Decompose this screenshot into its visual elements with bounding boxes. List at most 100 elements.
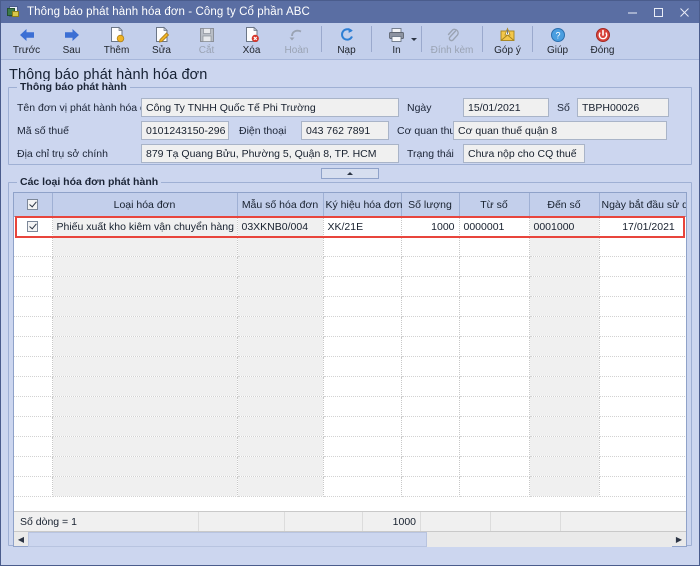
toolbar-button-dinh-kem[interactable]: Đính kèm: [424, 23, 480, 60]
empty-cell: [323, 276, 402, 297]
table-row-empty[interactable]: [14, 336, 686, 357]
empty-cell: [52, 456, 238, 477]
empty-cell: [529, 416, 600, 437]
page-edit-icon: [154, 25, 170, 44]
empty-cell: [599, 316, 686, 337]
table-row-empty[interactable]: [14, 276, 686, 297]
empty-cell: [459, 336, 530, 357]
row-checkbox[interactable]: [27, 221, 39, 233]
empty-cell: [14, 376, 53, 397]
empty-cell: [599, 436, 686, 457]
empty-cell: [323, 456, 402, 477]
scrollbar-track[interactable]: [28, 531, 672, 547]
toolbar-label: Xóa: [242, 45, 261, 56]
empty-cell: [599, 296, 686, 317]
scrollbar-thumb[interactable]: [28, 531, 428, 547]
grid-header-den-so[interactable]: Đến số: [529, 193, 600, 217]
table-row-empty[interactable]: [14, 236, 686, 257]
grid-header-ky-hieu[interactable]: Ký hiệu hóa đơn: [323, 193, 402, 217]
toolbar-button-xoa[interactable]: Xóa: [229, 23, 274, 60]
row-checkbox-cell[interactable]: [14, 216, 53, 237]
table-row-empty[interactable]: [14, 476, 686, 497]
empty-cell: [323, 316, 402, 337]
empty-cell: [459, 416, 530, 437]
status-input[interactable]: Chưa nộp cho CQ thuế: [463, 144, 585, 163]
empty-cell: [529, 376, 600, 397]
empty-cell: [52, 276, 238, 297]
empty-cell: [323, 256, 402, 277]
status-label: Trạng thái: [407, 147, 454, 160]
grid-header-ngay-bat-dau[interactable]: Ngày bắt đầu sử dụng: [599, 193, 686, 217]
empty-cell: [459, 376, 530, 397]
phone-input[interactable]: 043 762 7891: [301, 121, 389, 140]
chevron-down-icon[interactable]: [411, 38, 417, 41]
table-row-empty[interactable]: [14, 356, 686, 377]
power-close-icon: [595, 25, 611, 44]
toolbar-button-sau[interactable]: Sau: [49, 23, 94, 60]
toolbar-button-hoan[interactable]: Hoàn: [274, 23, 319, 60]
horizontal-scrollbar[interactable]: ◀ ▶: [14, 531, 686, 547]
select-all-checkbox[interactable]: [27, 199, 39, 211]
address-input[interactable]: 879 Tạ Quang Bửu, Phường 5, Quận 8, TP. …: [141, 144, 399, 163]
summary-row-count: Số dòng = 1: [14, 512, 199, 531]
paperclip-icon: [445, 25, 460, 44]
grid-header-so-luong[interactable]: Số lượng: [401, 193, 460, 217]
scroll-left-arrow[interactable]: ◀: [14, 532, 28, 547]
empty-cell: [529, 336, 600, 357]
grid-scroll-area[interactable]: Loại hóa đơn Mẫu số hóa đơn Ký hiệu hóa …: [14, 193, 686, 511]
chevron-up-icon: [347, 171, 353, 175]
table-row-empty[interactable]: [14, 256, 686, 277]
empty-cell: [401, 276, 460, 297]
date-input[interactable]: 15/01/2021: [463, 98, 549, 117]
table-row-empty[interactable]: [14, 456, 686, 477]
table-row[interactable]: Phiếu xuất kho kiêm vận chuyển hàng hóa …: [14, 216, 686, 237]
empty-cell: [401, 416, 460, 437]
empty-cell: [14, 476, 53, 497]
toolbar-button-them[interactable]: Thêm: [94, 23, 139, 60]
grid-header-mau-so[interactable]: Mẫu số hóa đơn: [237, 193, 324, 217]
empty-cell: [401, 456, 460, 477]
toolbar-button-giup[interactable]: ? Giúp: [535, 23, 580, 60]
number-input[interactable]: TBPH00026: [577, 98, 669, 117]
toolbar-button-nap[interactable]: Nạp: [324, 23, 369, 60]
empty-cell: [401, 476, 460, 497]
empty-cell: [323, 336, 402, 357]
toolbar-button-in[interactable]: In: [374, 23, 419, 60]
tax-office-input[interactable]: Cơ quan thuế quận 8: [453, 121, 667, 140]
grid-header-tu-so[interactable]: Từ số: [459, 193, 530, 217]
toolbar-button-sua[interactable]: Sửa: [139, 23, 184, 60]
table-row-empty[interactable]: [14, 396, 686, 417]
empty-cell: [52, 256, 238, 277]
table-row-empty[interactable]: [14, 416, 686, 437]
table-row-empty[interactable]: [14, 436, 686, 457]
toolbar-label: Sau: [62, 45, 81, 56]
toolbar-label: In: [392, 45, 401, 56]
empty-cell: [529, 476, 600, 497]
empty-cell: [237, 476, 324, 497]
grid-header-loai-hoa-don[interactable]: Loại hóa đơn: [52, 193, 238, 217]
toolbar-button-truoc[interactable]: Trước: [4, 23, 49, 60]
minimize-button[interactable]: [619, 1, 645, 23]
grid-header-select-all[interactable]: [14, 193, 53, 217]
scroll-right-arrow[interactable]: ▶: [672, 532, 686, 547]
tax-code-input[interactable]: 0101243150-296: [141, 121, 229, 140]
maximize-button[interactable]: [645, 1, 671, 23]
toolbar-label: Hoàn: [284, 45, 309, 56]
empty-cell: [14, 316, 53, 337]
empty-cell: [52, 296, 238, 317]
toolbar-button-dong[interactable]: Đóng: [580, 23, 625, 60]
toolbar-button-cat[interactable]: Cắt: [184, 23, 229, 60]
close-button[interactable]: [671, 1, 697, 23]
toolbar-button-gop-y[interactable]: Góp ý: [485, 23, 530, 60]
table-row-empty[interactable]: [14, 376, 686, 397]
table-row-empty[interactable]: [14, 296, 686, 317]
undo-icon: [288, 25, 305, 44]
table-row-empty[interactable]: [14, 316, 686, 337]
page-delete-icon: [244, 25, 260, 44]
refresh-icon: [339, 25, 355, 44]
empty-cell: [401, 336, 460, 357]
empty-cell: [323, 396, 402, 417]
collapse-panel-toggle[interactable]: [321, 167, 379, 179]
issuer-name-input[interactable]: Công Ty TNHH Quốc Tế Phi Trường: [141, 98, 399, 117]
date-label: Ngày: [407, 101, 432, 114]
